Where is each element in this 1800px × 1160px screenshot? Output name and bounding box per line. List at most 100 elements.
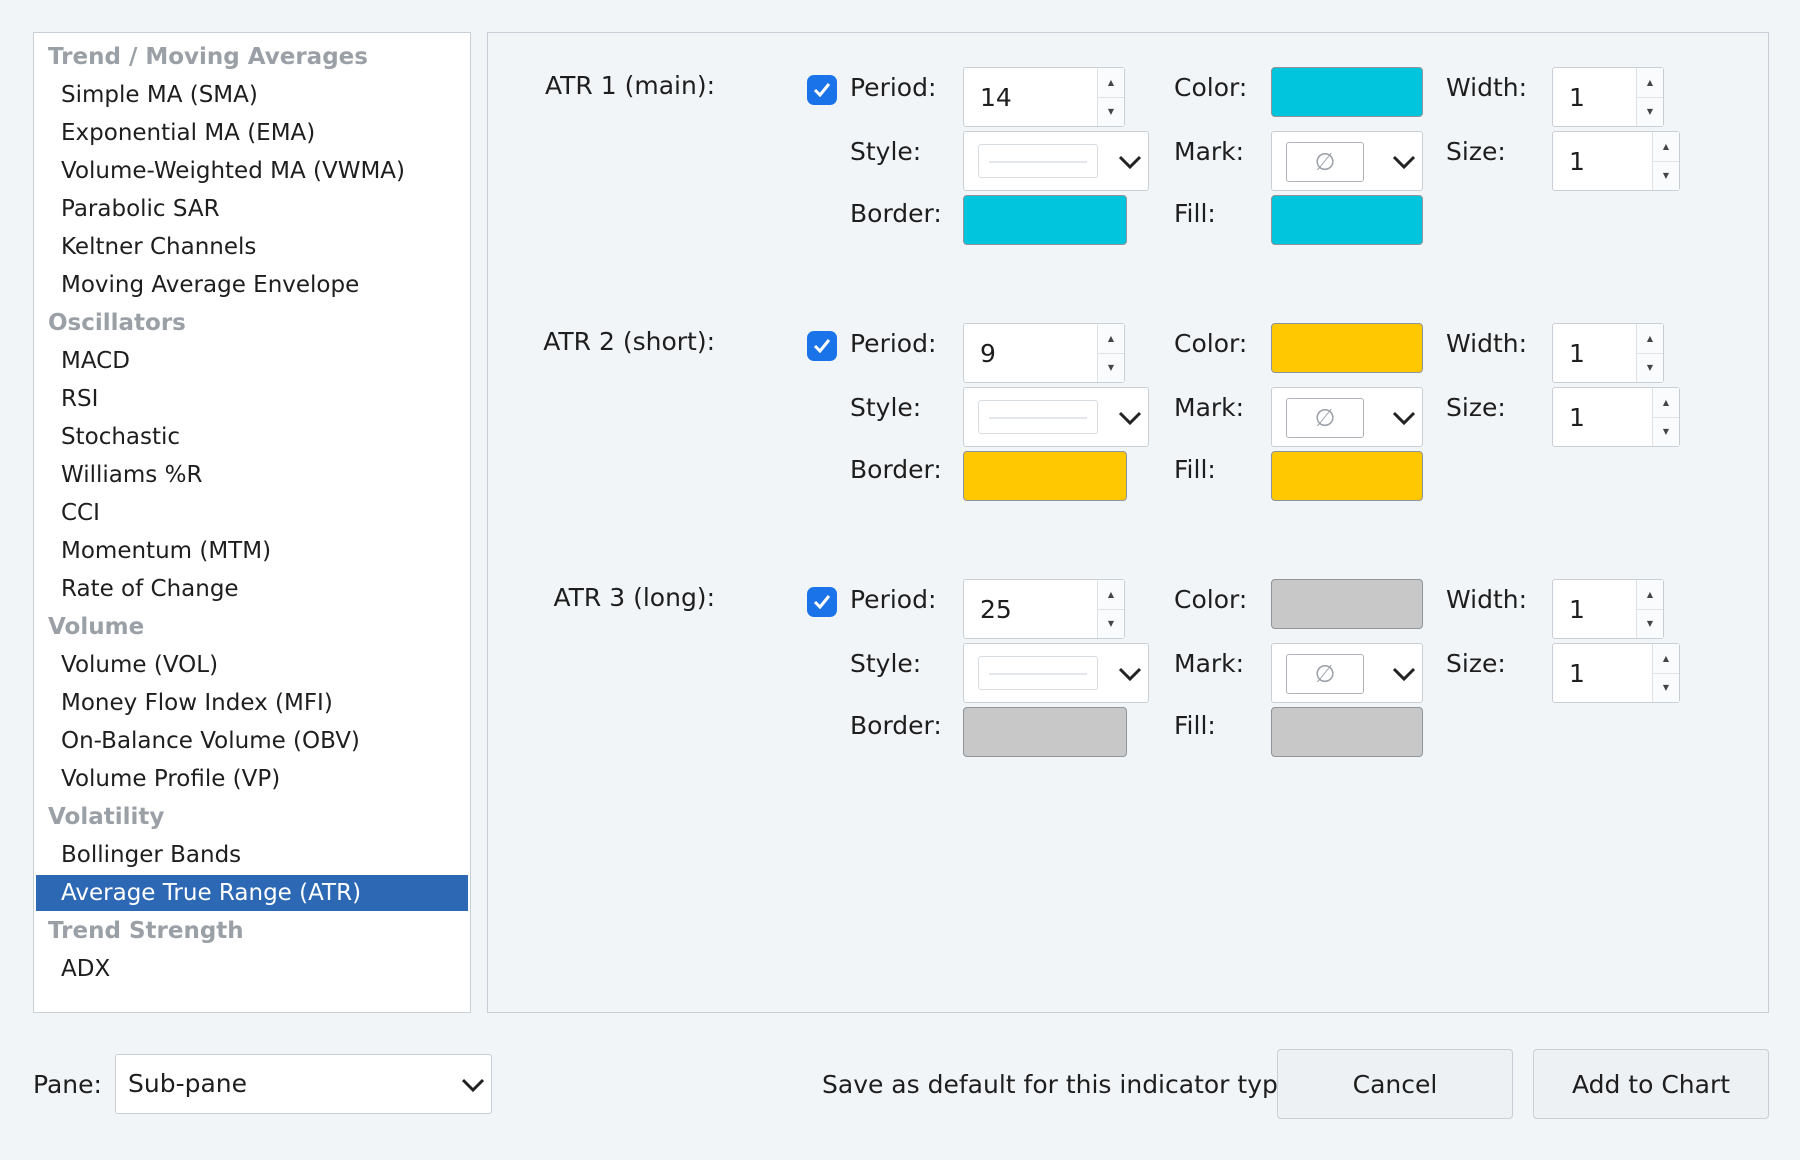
size-stepper-value: 1: [1569, 659, 1585, 688]
indicator-list-item[interactable]: ADX: [36, 951, 468, 987]
width-stepper[interactable]: 1 ▲ ▼: [1552, 67, 1664, 127]
period-label: Period:: [850, 329, 937, 358]
stepper-up-icon[interactable]: ▲: [1653, 388, 1679, 418]
width-stepper-value: 1: [1569, 595, 1585, 624]
size-stepper-value: 1: [1569, 147, 1585, 176]
indicator-list-item[interactable]: Volume Profile (VP): [36, 761, 468, 797]
indicator-list-item[interactable]: Moving Average Envelope: [36, 267, 468, 303]
series-enabled-checkbox[interactable]: [807, 75, 837, 105]
border-color-swatch[interactable]: [963, 451, 1127, 501]
stepper-up-icon[interactable]: ▲: [1637, 580, 1663, 610]
pane-select[interactable]: Sub-pane: [115, 1054, 492, 1114]
fill-label: Fill:: [1174, 711, 1216, 740]
indicator-list-item[interactable]: Momentum (MTM): [36, 533, 468, 569]
size-stepper[interactable]: 1 ▲ ▼: [1552, 131, 1680, 191]
stepper-arrows[interactable]: ▲ ▼: [1636, 580, 1663, 638]
size-stepper[interactable]: 1 ▲ ▼: [1552, 387, 1680, 447]
stepper-down-icon[interactable]: ▼: [1098, 609, 1124, 638]
indicator-list-item[interactable]: RSI: [36, 381, 468, 417]
series-row: ATR 3 (long): Period: 25 ▲ ▼ Color: Width: 1 ▲ ▼ S…: [488, 545, 1768, 757]
indicator-list-item[interactable]: Volume-Weighted MA (VWMA): [36, 153, 468, 189]
stepper-up-icon[interactable]: ▲: [1098, 68, 1124, 98]
line-color-swatch[interactable]: [1271, 323, 1423, 373]
stepper-down-icon[interactable]: ▼: [1098, 353, 1124, 382]
line-style-select[interactable]: [963, 131, 1149, 191]
indicator-list-item[interactable]: MACD: [36, 343, 468, 379]
size-label: Size:: [1446, 393, 1506, 422]
stepper-up-icon[interactable]: ▲: [1653, 644, 1679, 674]
checkmark-icon: [813, 83, 831, 98]
stepper-down-icon[interactable]: ▼: [1653, 673, 1679, 702]
indicator-list-item[interactable]: Exponential MA (EMA): [36, 115, 468, 151]
indicator-list-item[interactable]: On-Balance Volume (OBV): [36, 723, 468, 759]
chevron-down-icon: [1392, 155, 1416, 170]
border-color-swatch[interactable]: [963, 707, 1127, 757]
stepper-up-icon[interactable]: ▲: [1653, 132, 1679, 162]
stepper-up-icon[interactable]: ▲: [1637, 324, 1663, 354]
indicator-list-item[interactable]: Bollinger Bands: [36, 837, 468, 873]
line-color-swatch[interactable]: [1271, 67, 1423, 117]
chevron-down-icon: [1118, 155, 1142, 170]
stepper-down-icon[interactable]: ▼: [1098, 97, 1124, 126]
mark-select[interactable]: ∅: [1271, 643, 1423, 703]
indicator-list-item[interactable]: Simple MA (SMA): [36, 77, 468, 113]
stepper-arrows[interactable]: ▲ ▼: [1636, 324, 1663, 382]
stepper-arrows[interactable]: ▲ ▼: [1097, 68, 1124, 126]
width-stepper[interactable]: 1 ▲ ▼: [1552, 579, 1664, 639]
indicator-list[interactable]: Trend / Moving Averages Simple MA (SMA) Ex…: [33, 32, 471, 1013]
stepper-down-icon[interactable]: ▼: [1637, 609, 1663, 638]
indicator-list-item[interactable]: Parabolic SAR: [36, 191, 468, 227]
stepper-up-icon[interactable]: ▲: [1098, 580, 1124, 610]
indicator-list-item[interactable]: Rate of Change: [36, 571, 468, 607]
style-label: Style:: [850, 393, 922, 422]
period-label: Period:: [850, 73, 937, 102]
fill-color-swatch[interactable]: [1271, 195, 1423, 245]
stepper-arrows[interactable]: ▲ ▼: [1652, 644, 1679, 702]
series-title: ATR 1 (main):: [545, 71, 715, 100]
stepper-arrows[interactable]: ▲ ▼: [1652, 388, 1679, 446]
period-stepper-value: 25: [980, 595, 1012, 624]
indicator-list-item[interactable]: CCI: [36, 495, 468, 531]
stepper-up-icon[interactable]: ▲: [1637, 68, 1663, 98]
stepper-arrows[interactable]: ▲ ▼: [1097, 580, 1124, 638]
series-enabled-checkbox[interactable]: [807, 587, 837, 617]
fill-color-swatch[interactable]: [1271, 707, 1423, 757]
list-group-header: Volatility: [48, 804, 165, 830]
indicator-list-item[interactable]: Money Flow Index (MFI): [36, 685, 468, 721]
border-color-swatch[interactable]: [963, 195, 1127, 245]
stepper-down-icon[interactable]: ▼: [1637, 353, 1663, 382]
fill-color-swatch[interactable]: [1271, 451, 1423, 501]
period-stepper[interactable]: 9 ▲ ▼: [963, 323, 1125, 383]
width-stepper[interactable]: 1 ▲ ▼: [1552, 323, 1664, 383]
pane-select-value: Sub-pane: [128, 1069, 248, 1098]
mark-label: Mark:: [1174, 137, 1245, 166]
checkmark-icon: [813, 595, 831, 610]
period-stepper[interactable]: 25 ▲ ▼: [963, 579, 1125, 639]
empty-set-icon: ∅: [1286, 398, 1364, 438]
period-stepper[interactable]: 14 ▲ ▼: [963, 67, 1125, 127]
stepper-down-icon[interactable]: ▼: [1653, 161, 1679, 190]
series-enabled-checkbox[interactable]: [807, 331, 837, 361]
stepper-up-icon[interactable]: ▲: [1098, 324, 1124, 354]
indicator-list-item[interactable]: Williams %R: [36, 457, 468, 493]
stepper-down-icon[interactable]: ▼: [1653, 417, 1679, 446]
indicator-list-item[interactable]: Stochastic: [36, 419, 468, 455]
mark-select[interactable]: ∅: [1271, 131, 1423, 191]
indicator-list-item[interactable]: Keltner Channels: [36, 229, 468, 265]
cancel-button[interactable]: Cancel: [1277, 1049, 1513, 1119]
line-style-select[interactable]: [963, 643, 1149, 703]
stepper-arrows[interactable]: ▲ ▼: [1636, 68, 1663, 126]
stepper-arrows[interactable]: ▲ ▼: [1097, 324, 1124, 382]
color-label: Color:: [1174, 73, 1248, 102]
size-stepper[interactable]: 1 ▲ ▼: [1552, 643, 1680, 703]
line-color-swatch[interactable]: [1271, 579, 1423, 629]
stepper-arrows[interactable]: ▲ ▼: [1652, 132, 1679, 190]
line-style-select[interactable]: [963, 387, 1149, 447]
stepper-down-icon[interactable]: ▼: [1637, 97, 1663, 126]
indicator-list-item[interactable]: Volume (VOL): [36, 647, 468, 683]
width-stepper-value: 1: [1569, 83, 1585, 112]
indicator-list-item[interactable]: Average True Range (ATR): [36, 875, 468, 911]
add-to-chart-button[interactable]: Add to Chart: [1533, 1049, 1769, 1119]
save-default-label[interactable]: Save as default for this indicator type: [822, 1070, 1293, 1099]
mark-select[interactable]: ∅: [1271, 387, 1423, 447]
